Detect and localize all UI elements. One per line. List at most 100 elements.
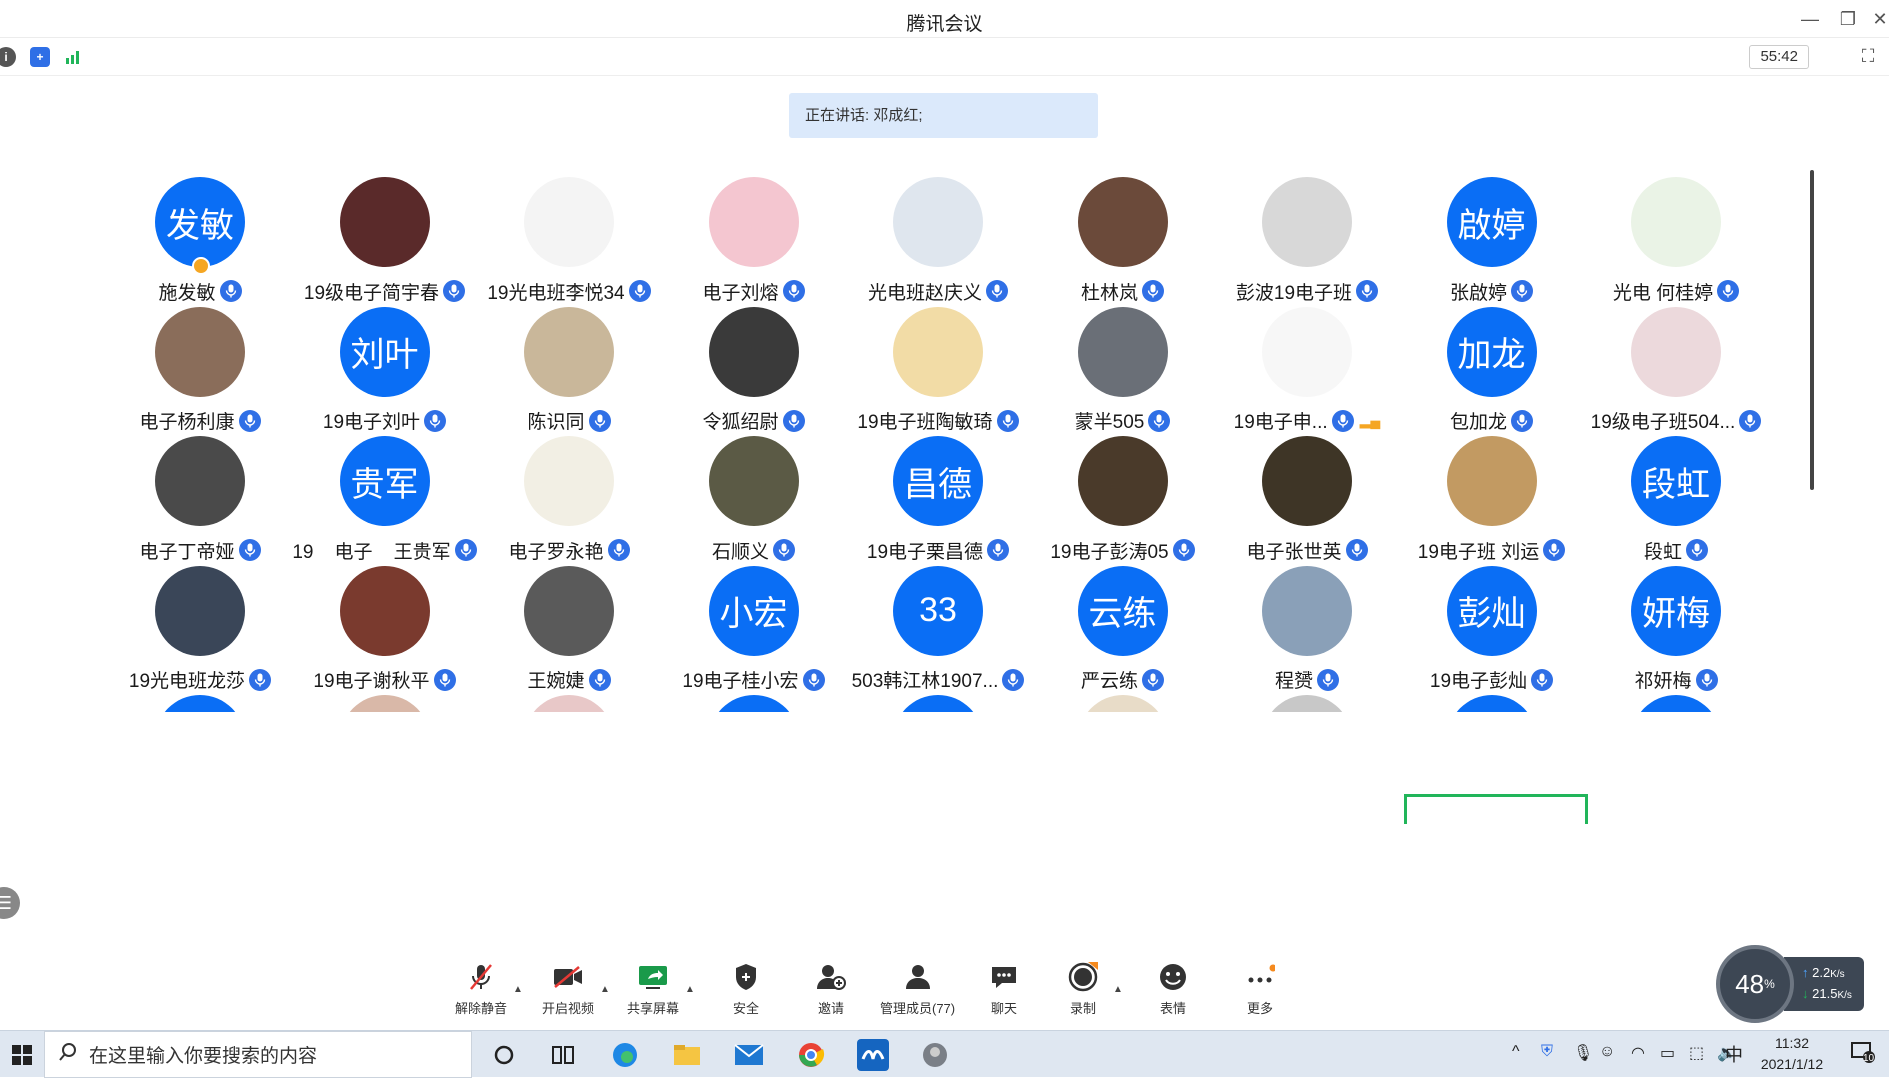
participant-tile[interactable]: 陈识同 [477,300,661,450]
unmute-button[interactable]: 解除静音 [455,962,507,1017]
participant-tile[interactable]: 19电子谢秋平 [293,559,477,709]
participant-tile[interactable] [846,688,1030,712]
file-explorer-icon[interactable] [671,1039,703,1071]
participant-tile[interactable] [477,688,661,712]
record-button[interactable]: 录制 [1068,962,1098,1017]
share-screen-label: 共享屏幕 [627,1001,680,1016]
participant-tile[interactable]: 石顺义 [662,429,846,579]
avatar [339,695,430,712]
participant-tile[interactable]: 电子丁帝娅 [108,429,292,579]
participant-tile[interactable] [1031,688,1215,712]
participant-tile[interactable]: 19级电子班504... [1584,300,1763,450]
participant-tile[interactable]: 19电子班 刘运 [1400,429,1584,579]
participant-tile[interactable]: 电子刘熔 [662,170,846,320]
participant-tile[interactable]: 云练 严云练 [1031,559,1215,709]
mail-icon[interactable] [733,1039,765,1071]
avatar [155,306,245,397]
participant-tile[interactable]: 19电子彭涛05 [1031,429,1215,579]
security-button[interactable]: 安全 [731,962,761,1017]
participant-tile[interactable]: 小宏 19电子桂小宏 [662,559,846,709]
network-icon[interactable]: ⬚ [1689,1043,1704,1063]
tencent-meeting-icon[interactable] [857,1039,889,1071]
edge-browser-icon[interactable] [609,1039,641,1071]
participant-tile[interactable]: 19电子班陶敏琦 [846,300,1030,450]
avatar: 昌德 [893,436,983,526]
participant-tile[interactable]: 啟婷 张啟婷 [1400,170,1584,320]
taskbar-search-input[interactable]: 在这里输入你要搜索的内容 [44,1031,472,1078]
participant-tile[interactable] [108,688,292,712]
participant-tile[interactable] [293,688,477,712]
avatar [1077,306,1168,397]
participant-tile[interactable]: 光电 何桂婷 [1584,170,1763,320]
participant-tile[interactable]: 19光电班龙莎 [108,559,292,709]
scrollbar[interactable] [1810,170,1814,490]
participant-tile[interactable]: 杜林岚 [1031,170,1215,320]
share-screen-button[interactable]: 共享屏幕 [627,962,679,1017]
participant-tile[interactable]: 贵军 19 电子 王贵军 [292,429,477,579]
participant-tile[interactable]: 19光电班李悦34 [477,170,661,320]
avatar [893,306,983,397]
qq-icon[interactable]: ☺ [1599,1043,1615,1061]
record-icon [1068,962,1098,992]
participant-tile[interactable] [1215,688,1399,712]
microphone-icon[interactable]: 🎙 [1573,1043,1593,1063]
participant-tile[interactable]: 电子张世英 [1215,429,1399,579]
participant-tile[interactable]: 程赟 [1215,559,1399,709]
participant-tile[interactable]: 蒙半505 [1031,300,1215,450]
chat-icon [989,962,1019,992]
participant-tile[interactable]: 彭灿 19电子彭灿 [1400,559,1584,709]
battery-icon[interactable]: ▭ [1660,1043,1675,1063]
shield-icon[interactable]: + [30,47,50,67]
participant-tile[interactable]: 刘叶 19电子刘叶 [293,300,477,450]
avatar: 发敏 [155,177,245,267]
wifi-icon[interactable]: ◠ [1631,1043,1645,1063]
system-clock[interactable]: 11:32 2021/1/12 [1752,1033,1832,1075]
defender-icon[interactable]: ⛨ [1541,1043,1553,1061]
cortana-icon[interactable] [488,1039,520,1071]
video-button[interactable]: 开启视频 [542,962,594,1017]
reaction-button[interactable]: 表情 [1158,962,1188,1017]
manage-members-button[interactable]: 管理成员(77) [880,962,955,1017]
close-icon[interactable]: ✕ [1866,6,1889,32]
participant-tile[interactable]: 33 503韩江林1907... [846,559,1030,709]
network-speed-widget[interactable]: ↑ 2.2K/s ↓ 21.5K/s 48% [1716,945,1864,1023]
participant-tile[interactable]: 加龙 包加龙 [1400,300,1584,450]
app-avatar-icon[interactable] [919,1039,951,1071]
minimize-icon[interactable]: — [1796,6,1824,32]
signal-icon[interactable] [63,47,83,67]
participant-tile[interactable]: 电子罗永艳 [477,429,661,579]
avatar [1631,177,1721,267]
info-icon[interactable]: i [0,47,16,67]
participant-grid: 发敏 施发敏 19级电子简宇春 19光电班李悦34 电子刘熔 光电班赵庆义 杜林岚 彭波19电… [108,170,1763,712]
participant-tile[interactable]: 妍梅 祁妍梅 [1584,559,1763,709]
restore-icon[interactable]: ❐ [1834,6,1862,32]
speaking-banner: 正在讲话: 邓成红; [789,93,1098,138]
tray-expand-icon[interactable]: ^ [1512,1043,1520,1061]
participant-tile[interactable]: 昌德 19电子栗昌德 [846,429,1030,579]
participant-tile[interactable]: 彭波19电子班 [1215,170,1399,320]
participant-tile[interactable]: 发敏 施发敏 [108,170,292,320]
fullscreen-icon[interactable]: ⛶ [1857,46,1879,68]
windows-start-icon[interactable] [0,1031,44,1078]
selected-participant-frame [1404,794,1588,824]
participant-tile[interactable]: 19级电子简宇春 [293,170,477,320]
participant-tile[interactable]: 光电班赵庆义 [846,170,1030,320]
participant-tile[interactable]: 19电子申... ▂▄ [1215,300,1399,450]
participant-tile[interactable] [1400,688,1584,712]
search-placeholder: 在这里输入你要搜索的内容 [89,1046,318,1067]
more-button[interactable]: 更多 [1245,962,1275,1017]
chat-button[interactable]: 聊天 [989,962,1019,1017]
avatar [155,436,245,526]
avatar: 啟婷 [1446,177,1537,267]
task-view-icon[interactable] [547,1039,579,1071]
participant-tile[interactable]: 王婉婕 [477,559,661,709]
side-menu-icon[interactable]: ☰ [0,887,20,919]
chrome-icon[interactable] [795,1039,827,1071]
ime-indicator[interactable]: 中 [1725,1041,1743,1067]
participant-tile[interactable] [662,688,846,712]
participant-tile[interactable]: 段虹 段虹 [1584,429,1763,579]
invite-button[interactable]: 邀请 [816,962,846,1017]
participant-tile[interactable]: 令狐绍尉 [662,300,846,450]
participant-tile[interactable] [1584,688,1763,712]
participant-tile[interactable]: 电子杨利康 [108,300,292,450]
